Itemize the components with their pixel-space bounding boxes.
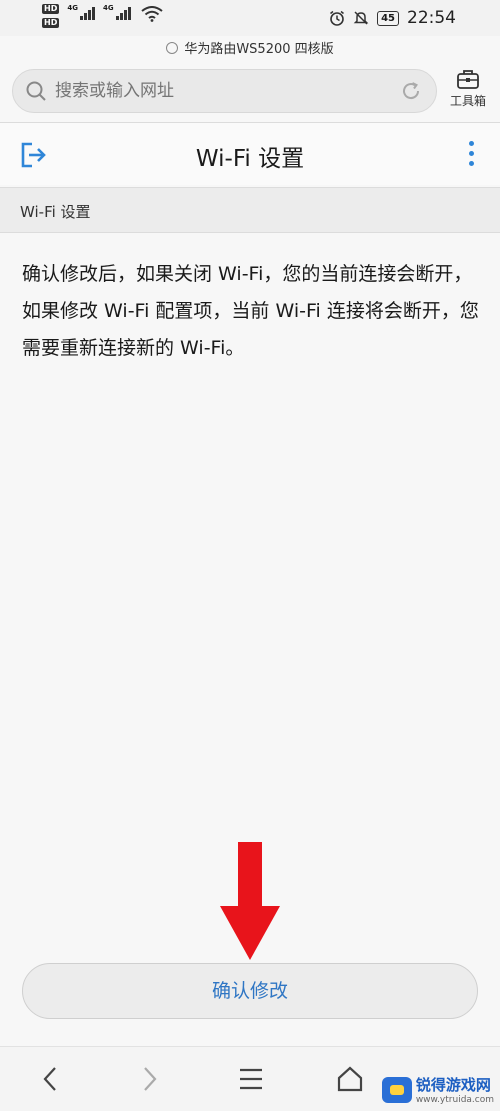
watermark-icon xyxy=(381,1076,412,1103)
confirmation-message: 确认修改后，如果关闭 Wi-Fi，您的当前连接会断开，如果修改 Wi-Fi 配置… xyxy=(22,263,479,359)
status-bar: HD HD 4G 4G 45 22:54 xyxy=(0,0,500,36)
menu-icon[interactable] xyxy=(238,1065,264,1093)
status-right: 45 22:54 xyxy=(329,8,456,28)
page-hint-text: 华为路由WS5200 四核版 xyxy=(184,42,334,57)
page-title: Wi-Fi 设置 xyxy=(195,146,305,172)
home-icon[interactable] xyxy=(336,1065,364,1093)
hd-badge-2: HD xyxy=(42,18,60,28)
toolbox-button[interactable]: 工具箱 xyxy=(446,68,490,109)
alarm-icon xyxy=(330,10,345,26)
back-icon[interactable] xyxy=(40,1065,60,1093)
confirm-change-button[interactable]: 确认修改 xyxy=(22,963,478,1019)
hd-badge-1: HD xyxy=(42,4,60,14)
network-type-1: 4G xyxy=(67,4,78,12)
toolbox-icon xyxy=(457,70,479,89)
network-type-2: 4G xyxy=(102,4,114,12)
mute-bell-icon xyxy=(353,11,369,25)
clock: 22:54 xyxy=(407,8,456,28)
search-input[interactable] xyxy=(55,81,385,101)
refresh-icon[interactable] xyxy=(400,80,422,102)
status-left: HD HD 4G 4G xyxy=(42,4,163,28)
watermark-logo: 锐得游戏网 www.ytruida.com xyxy=(381,1074,494,1105)
battery-icon: 45 xyxy=(377,10,399,26)
signal-icon-2: 4G xyxy=(103,4,131,20)
exit-icon[interactable] xyxy=(20,142,48,168)
search-icon xyxy=(26,81,46,101)
watermark-url: www.ytruida.com xyxy=(415,1095,494,1105)
section-header: Wi-Fi 设置 xyxy=(0,187,500,233)
wifi-icon xyxy=(140,6,163,22)
forward-icon[interactable] xyxy=(140,1065,160,1093)
watermark-title: 锐得游戏网 xyxy=(415,1076,491,1094)
signal-icon-1: 4G xyxy=(67,4,95,20)
arrow-down-icon xyxy=(220,842,280,960)
page-hint: 华为路由WS5200 四核版 xyxy=(0,38,500,57)
more-icon[interactable] xyxy=(469,141,474,166)
app-header: Wi-Fi 设置 xyxy=(0,123,500,185)
address-bar[interactable] xyxy=(12,69,437,113)
toolbox-label: 工具箱 xyxy=(449,94,486,108)
globe-icon xyxy=(166,41,179,54)
section-label: Wi-Fi 设置 xyxy=(20,203,91,221)
